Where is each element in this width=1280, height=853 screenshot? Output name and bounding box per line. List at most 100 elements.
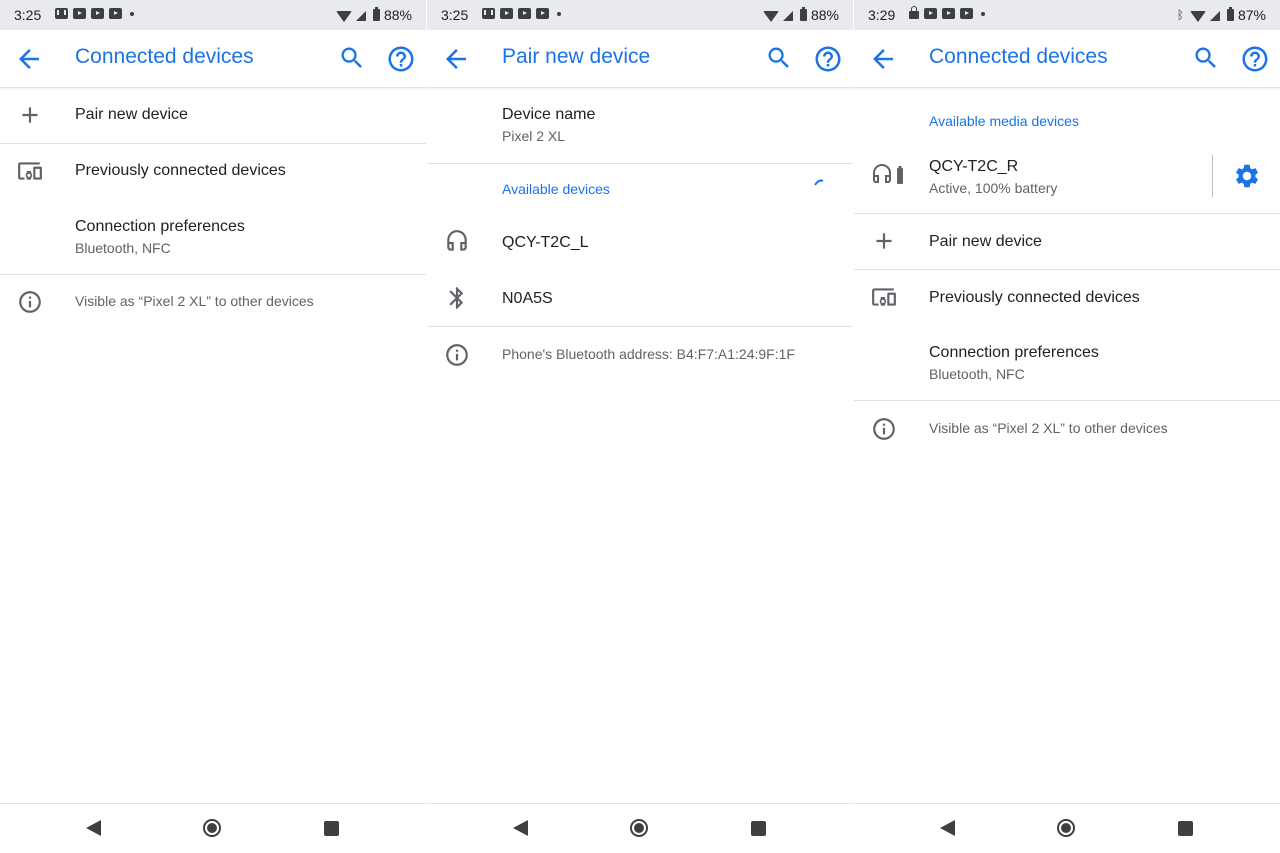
nav-back-icon[interactable] bbox=[86, 820, 101, 836]
info-text: Visible as “Pixel 2 XL” to other devices bbox=[929, 420, 1168, 436]
help-icon[interactable] bbox=[386, 44, 416, 74]
search-icon[interactable] bbox=[1192, 44, 1220, 72]
dot-icon bbox=[981, 11, 985, 16]
bluetooth-status-icon: ᛒ bbox=[1176, 8, 1184, 22]
page-title: Connected devices bbox=[929, 45, 1108, 68]
app-bar: Pair new device bbox=[427, 30, 853, 88]
headphones-battery-icon bbox=[873, 164, 903, 184]
visibility-info: Visible as “Pixel 2 XL” to other devices bbox=[0, 275, 426, 330]
screen-connected-devices: 3:25 88% Connected devices Pair new devi… bbox=[0, 0, 426, 853]
previously-connected-item[interactable]: Previously connected devices bbox=[0, 144, 426, 199]
item-subtitle: Bluetooth, NFC bbox=[929, 366, 1025, 382]
status-time: 3:29 bbox=[868, 7, 896, 23]
signal-icon bbox=[1209, 10, 1220, 21]
connection-preferences-item[interactable]: Connection preferences Bluetooth, NFC bbox=[0, 200, 426, 274]
item-title: Previously connected devices bbox=[75, 162, 286, 179]
info-icon bbox=[873, 418, 895, 440]
battery-percent: 87% bbox=[1237, 7, 1266, 23]
visibility-info: Visible as “Pixel 2 XL” to other devices bbox=[854, 401, 1280, 456]
section-header-available-media: Available media devices bbox=[929, 113, 1079, 129]
previously-connected-item[interactable]: Previously connected devices bbox=[854, 270, 1280, 325]
youtube-icon bbox=[109, 8, 122, 19]
status-bar: 3:25 88% bbox=[427, 0, 853, 30]
devices-icon bbox=[872, 288, 896, 306]
bluetooth-icon bbox=[449, 287, 464, 309]
status-bar: 3:25 88% bbox=[0, 0, 426, 30]
media-device-item[interactable]: QCY-T2C_R Active, 100% battery bbox=[854, 145, 1280, 213]
nav-home-icon[interactable] bbox=[630, 819, 648, 837]
navigation-bar bbox=[0, 803, 426, 853]
back-arrow-icon[interactable] bbox=[14, 44, 44, 74]
info-text: Visible as “Pixel 2 XL” to other devices bbox=[75, 293, 314, 309]
device-name: N0A5S bbox=[502, 290, 553, 307]
app-bar: Connected devices bbox=[854, 30, 1280, 88]
plus-icon bbox=[22, 107, 38, 123]
lock-icon bbox=[909, 6, 919, 19]
nav-home-icon[interactable] bbox=[203, 819, 221, 837]
navigation-bar bbox=[427, 803, 853, 853]
info-text: Phone's Bluetooth address: B4:F7:A1:24:9… bbox=[502, 346, 795, 362]
plus-icon bbox=[876, 233, 892, 249]
help-icon[interactable] bbox=[1240, 44, 1270, 74]
status-right: 88% bbox=[762, 7, 839, 23]
wifi-icon bbox=[1189, 10, 1206, 22]
youtube-icon bbox=[924, 8, 937, 19]
help-icon[interactable] bbox=[813, 44, 843, 74]
page-title: Connected devices bbox=[75, 45, 254, 68]
youtube-icon bbox=[91, 8, 104, 19]
back-arrow-icon[interactable] bbox=[868, 44, 898, 74]
pair-new-device-item[interactable]: Pair new device bbox=[0, 88, 426, 143]
section-header-available-devices: Available devices bbox=[502, 181, 610, 197]
nav-recents-icon[interactable] bbox=[751, 821, 766, 836]
notification-icons bbox=[909, 6, 985, 19]
nav-recents-icon[interactable] bbox=[1178, 821, 1193, 836]
app-bar: Connected devices bbox=[0, 30, 426, 88]
youtube-icon bbox=[960, 8, 973, 19]
device-name: QCY-T2C_L bbox=[502, 234, 589, 251]
item-title: Pair new device bbox=[929, 233, 1042, 250]
youtube-icon bbox=[536, 8, 549, 19]
nav-back-icon[interactable] bbox=[940, 820, 955, 836]
battery-icon bbox=[1226, 7, 1234, 21]
device-item[interactable]: N0A5S bbox=[427, 271, 853, 326]
youtube-icon bbox=[518, 8, 531, 19]
wifi-icon bbox=[762, 10, 779, 22]
pair-new-device-item[interactable]: Pair new device bbox=[854, 214, 1280, 269]
screen-connected-devices-media: 3:29 ᛒ 87% Connected devices Available m… bbox=[854, 0, 1280, 853]
connection-preferences-item[interactable]: Connection preferences Bluetooth, NFC bbox=[854, 326, 1280, 400]
device-name-item[interactable]: Device name Pixel 2 XL bbox=[427, 88, 853, 163]
navigation-bar bbox=[854, 803, 1280, 853]
item-title: Previously connected devices bbox=[929, 289, 1140, 306]
battery-percent: 88% bbox=[810, 7, 839, 23]
item-title: Connection preferences bbox=[929, 344, 1099, 361]
battery-percent: 88% bbox=[383, 7, 412, 23]
wifi-icon bbox=[335, 10, 352, 22]
device-name-value: Pixel 2 XL bbox=[502, 128, 566, 144]
status-right: ᛒ 87% bbox=[1177, 7, 1266, 23]
nav-recents-icon[interactable] bbox=[324, 821, 339, 836]
battery-icon bbox=[372, 7, 380, 21]
status-time: 3:25 bbox=[441, 7, 469, 23]
divider bbox=[427, 163, 853, 164]
nav-back-icon[interactable] bbox=[513, 820, 528, 836]
nav-home-icon[interactable] bbox=[1057, 819, 1075, 837]
info-icon bbox=[446, 344, 468, 366]
gear-icon[interactable] bbox=[1233, 162, 1261, 190]
battery-icon bbox=[799, 7, 807, 21]
item-title: Pair new device bbox=[75, 106, 188, 123]
media-device-name: QCY-T2C_R bbox=[929, 158, 1019, 175]
status-bar: 3:29 ᛒ 87% bbox=[854, 0, 1280, 30]
headphones-icon bbox=[447, 230, 467, 251]
status-right: 88% bbox=[335, 7, 412, 23]
search-icon[interactable] bbox=[765, 44, 793, 72]
search-icon[interactable] bbox=[338, 44, 366, 72]
devices-icon bbox=[18, 162, 42, 180]
info-icon bbox=[19, 291, 41, 313]
screen-pair-new-device: 3:25 88% Pair new device Device name Pix… bbox=[427, 0, 853, 853]
item-title: Device name bbox=[502, 106, 596, 123]
scanning-spinner-icon bbox=[814, 179, 824, 186]
back-arrow-icon[interactable] bbox=[441, 44, 471, 74]
notification-icons bbox=[55, 8, 134, 19]
device-item[interactable]: QCY-T2C_L bbox=[427, 215, 853, 270]
media-device-status: Active, 100% battery bbox=[929, 180, 1058, 196]
